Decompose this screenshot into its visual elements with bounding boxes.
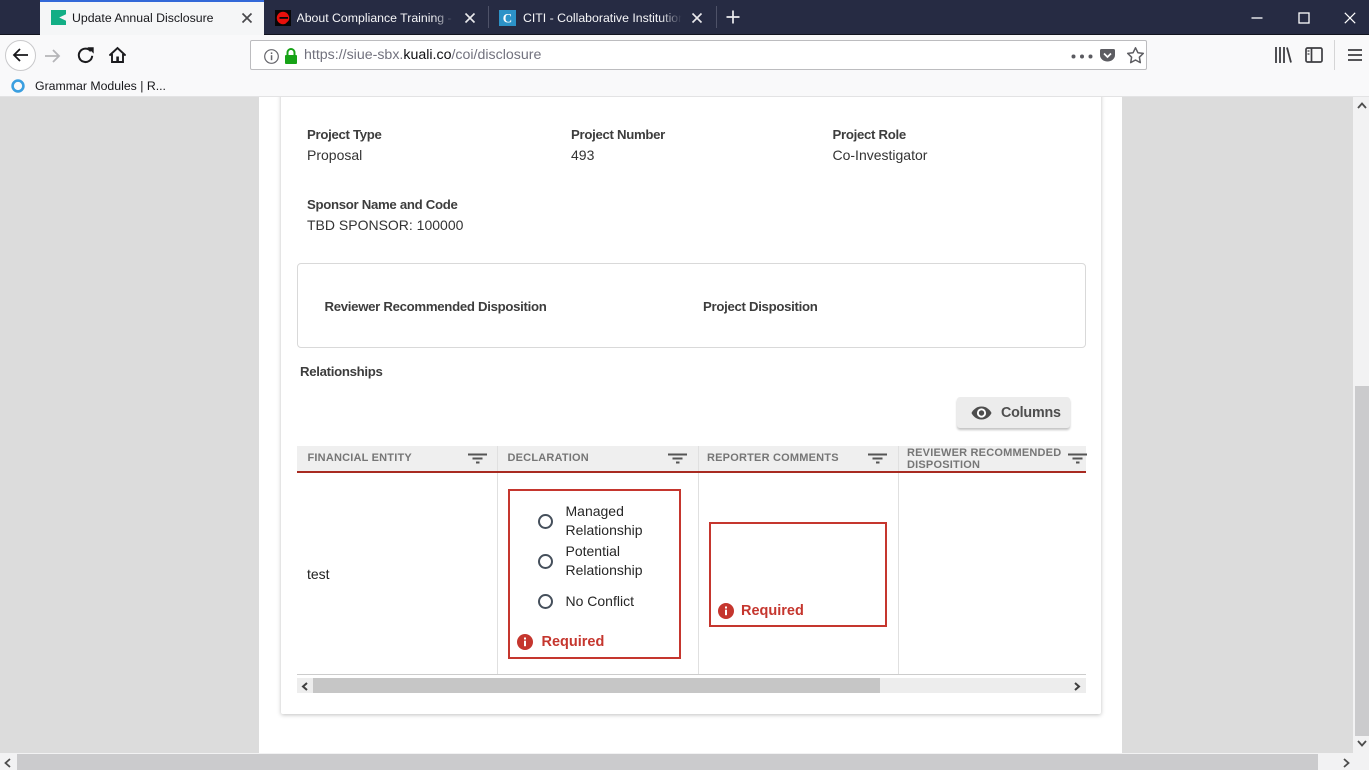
svg-text:C: C — [503, 10, 512, 25]
